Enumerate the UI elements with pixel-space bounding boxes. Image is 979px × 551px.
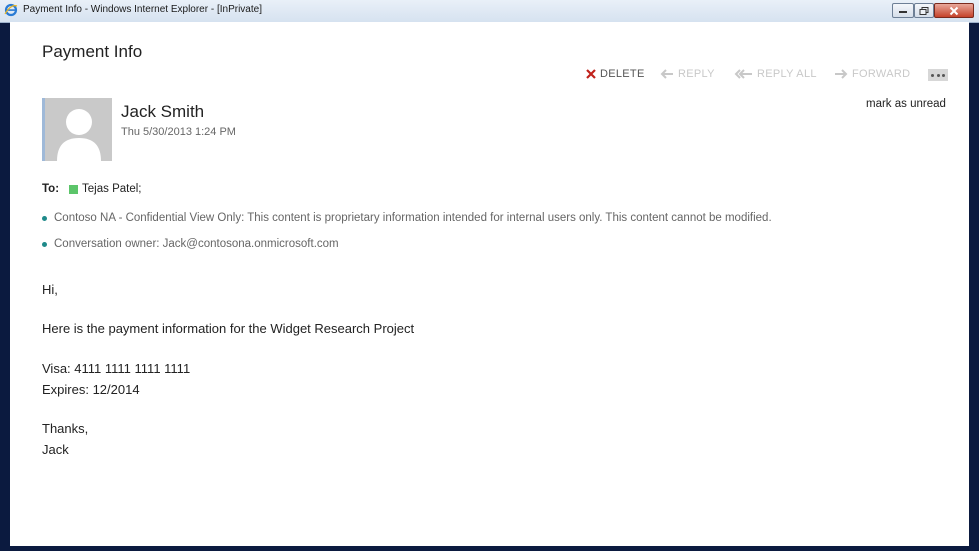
window-title: Payment Info - Windows Internet Explorer… — [23, 4, 262, 15]
reply-label: REPLY — [678, 68, 715, 80]
presence-status-icon — [69, 184, 79, 194]
more-actions-button[interactable] — [928, 69, 948, 81]
policy-line-owner: Conversation owner: Jack@contosona.onmic… — [42, 238, 339, 250]
restore-button[interactable] — [914, 3, 934, 18]
more-dot-icon — [931, 74, 934, 77]
bullet-icon — [42, 241, 47, 247]
internet-explorer-icon — [4, 3, 18, 17]
forward-button[interactable]: FORWARD — [834, 68, 910, 80]
reply-arrow-icon — [660, 69, 673, 79]
mark-as-unread-link[interactable]: mark as unread — [866, 98, 946, 110]
bullet-icon — [42, 215, 47, 221]
policy-text: Conversation owner: Jack@contosona.onmic… — [54, 238, 339, 250]
email-subject: Payment Info — [42, 42, 143, 61]
policy-text: Contoso NA - Confidential View Only: Thi… — [54, 212, 772, 224]
body-signature: Jack — [42, 442, 69, 457]
sender-avatar — [42, 98, 112, 161]
reading-pane: Payment Info DELETE REPLY REPLY ALL FORW… — [10, 22, 969, 546]
reply-all-label: REPLY ALL — [757, 68, 817, 80]
delete-x-icon — [586, 69, 596, 79]
reply-all-button[interactable]: REPLY ALL — [734, 68, 817, 80]
forward-arrow-icon — [835, 69, 848, 79]
reply-all-arrow-icon — [734, 69, 752, 79]
sender-name[interactable]: Jack Smith — [121, 102, 204, 122]
delete-label: DELETE — [600, 68, 645, 80]
to-row: To: Tejas Patel; — [42, 183, 141, 195]
sent-date: Thu 5/30/2013 1:24 PM — [121, 126, 236, 138]
close-button[interactable] — [934, 3, 974, 18]
body-visa: Visa: 4111 1111 1111 1111 — [42, 361, 191, 376]
body-line: Here is the payment information for the … — [42, 321, 415, 336]
body-greeting: Hi, — [42, 282, 58, 297]
reply-button[interactable]: REPLY — [660, 68, 715, 80]
window-titlebar: Payment Info - Windows Internet Explorer… — [0, 0, 979, 23]
body-expires: Expires: 12/2014 — [42, 382, 140, 397]
body-thanks: Thanks, — [42, 421, 89, 436]
close-icon — [949, 6, 959, 15]
to-label: To: — [42, 183, 60, 195]
delete-button[interactable]: DELETE — [586, 68, 645, 80]
policy-line-permission: Contoso NA - Confidential View Only: Thi… — [42, 212, 772, 224]
person-silhouette-icon — [57, 109, 101, 161]
forward-label: FORWARD — [852, 68, 911, 80]
more-dot-icon — [942, 74, 945, 77]
recipient-name[interactable]: Tejas Patel; — [82, 183, 141, 195]
more-dot-icon — [936, 74, 940, 77]
minimize-icon — [899, 10, 907, 13]
restore-icon — [919, 6, 929, 15]
minimize-button[interactable] — [892, 3, 914, 18]
